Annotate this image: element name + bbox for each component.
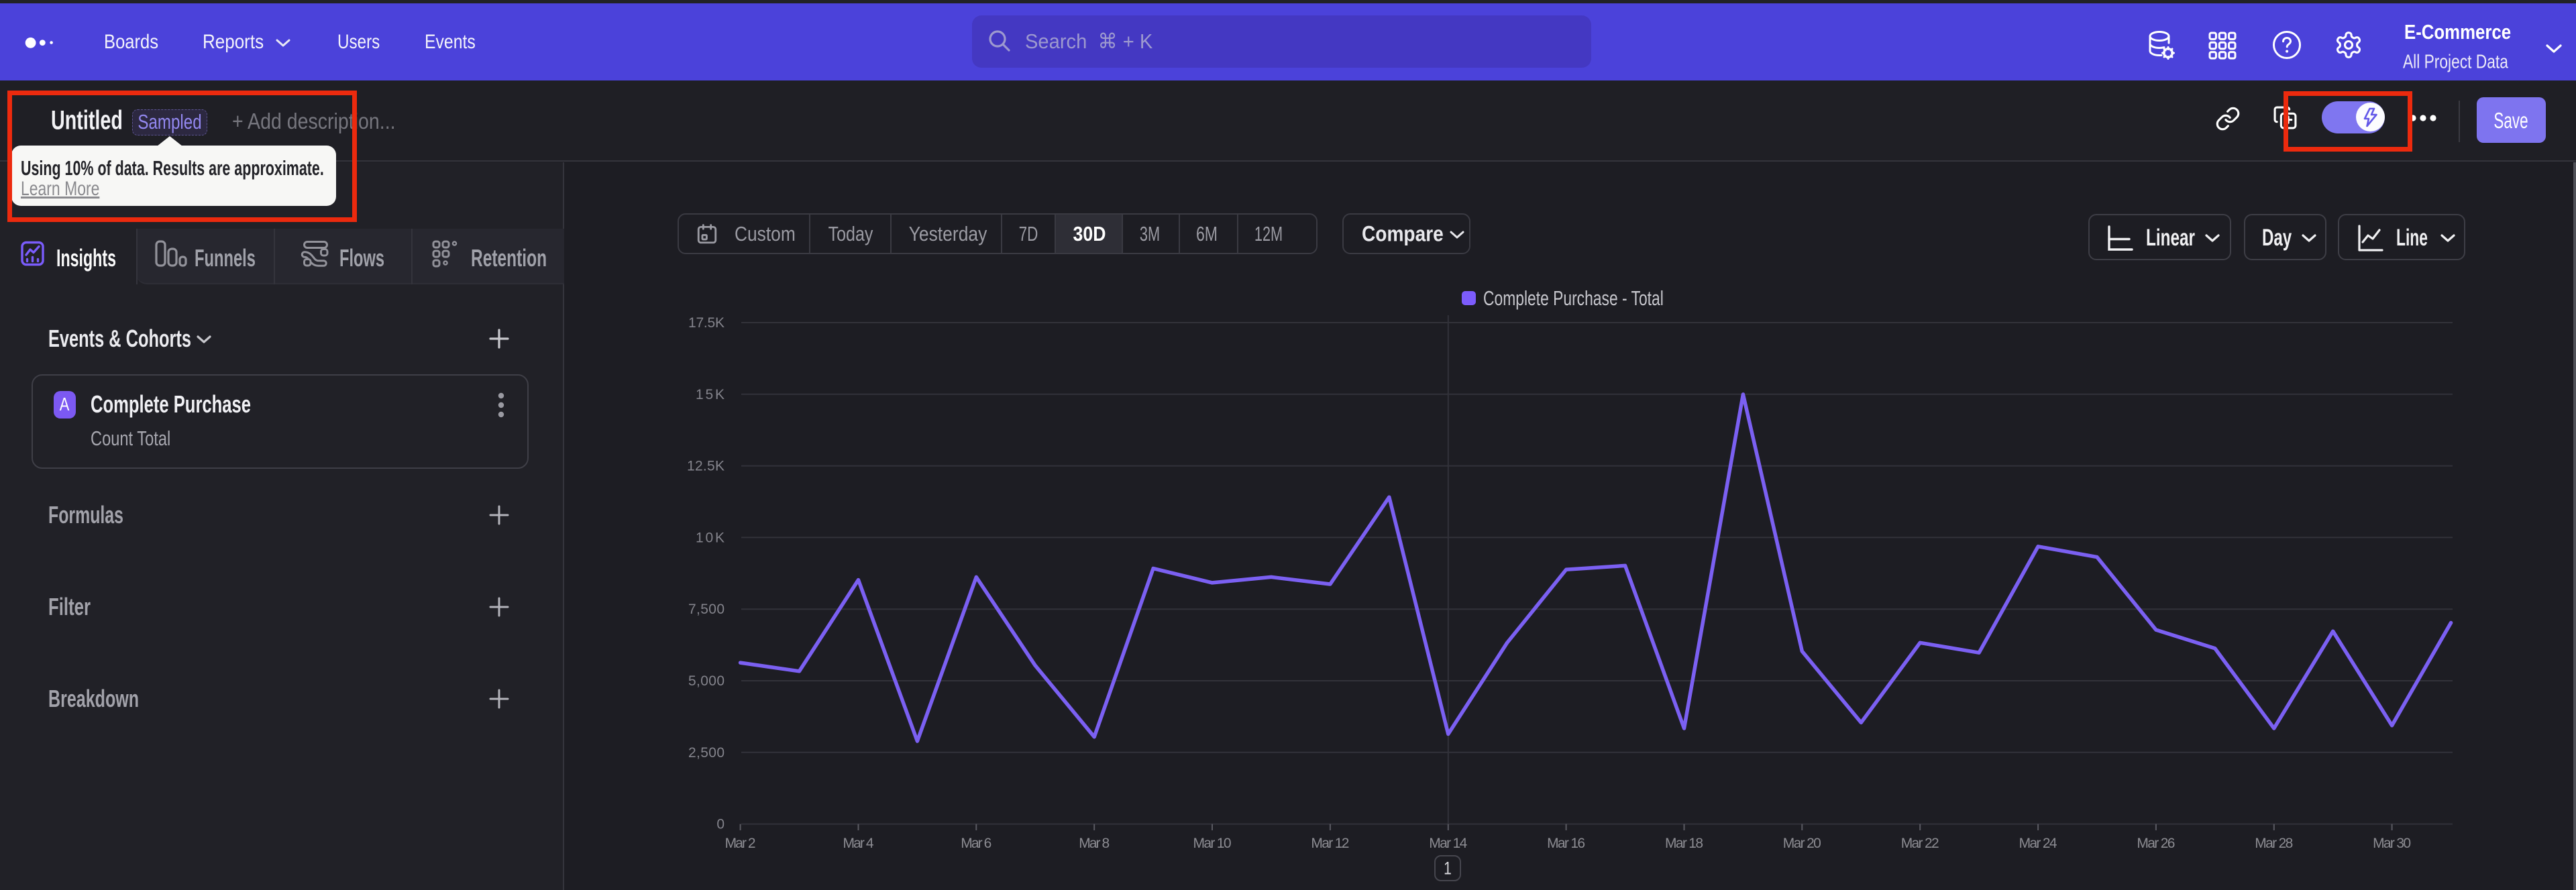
svg-text:2,500: 2,500: [688, 745, 724, 761]
svg-text:Mar 4: Mar 4: [843, 836, 874, 851]
svg-text:Mar 10: Mar 10: [1193, 836, 1232, 851]
svg-text:Mar 26: Mar 26: [2137, 836, 2175, 851]
svg-text:Mar 8: Mar 8: [1079, 836, 1110, 851]
svg-text:Mar 20: Mar 20: [1783, 836, 1821, 851]
svg-text:Mar 28: Mar 28: [2255, 836, 2293, 851]
svg-text:Mar 2: Mar 2: [725, 836, 756, 851]
svg-text:Mar 18: Mar 18: [1665, 836, 1703, 851]
svg-text:Mar 6: Mar 6: [961, 836, 991, 851]
svg-text:Mar 12: Mar 12: [1311, 836, 1349, 851]
svg-text:7,500: 7,500: [688, 602, 724, 617]
svg-text:5,000: 5,000: [688, 673, 724, 689]
svg-text:Mar 22: Mar 22: [1901, 836, 1939, 851]
svg-text:10K: 10K: [696, 530, 724, 545]
svg-text:12.5K: 12.5K: [687, 459, 724, 474]
svg-text:15K: 15K: [696, 387, 724, 402]
svg-text:17.5K: 17.5K: [688, 315, 724, 331]
svg-text:0: 0: [716, 817, 724, 832]
svg-text:Mar 24: Mar 24: [2019, 836, 2057, 851]
svg-text:Mar 14: Mar 14: [1429, 836, 1467, 851]
svg-text:Mar 30: Mar 30: [2373, 836, 2411, 851]
svg-text:Mar 16: Mar 16: [1547, 836, 1585, 851]
